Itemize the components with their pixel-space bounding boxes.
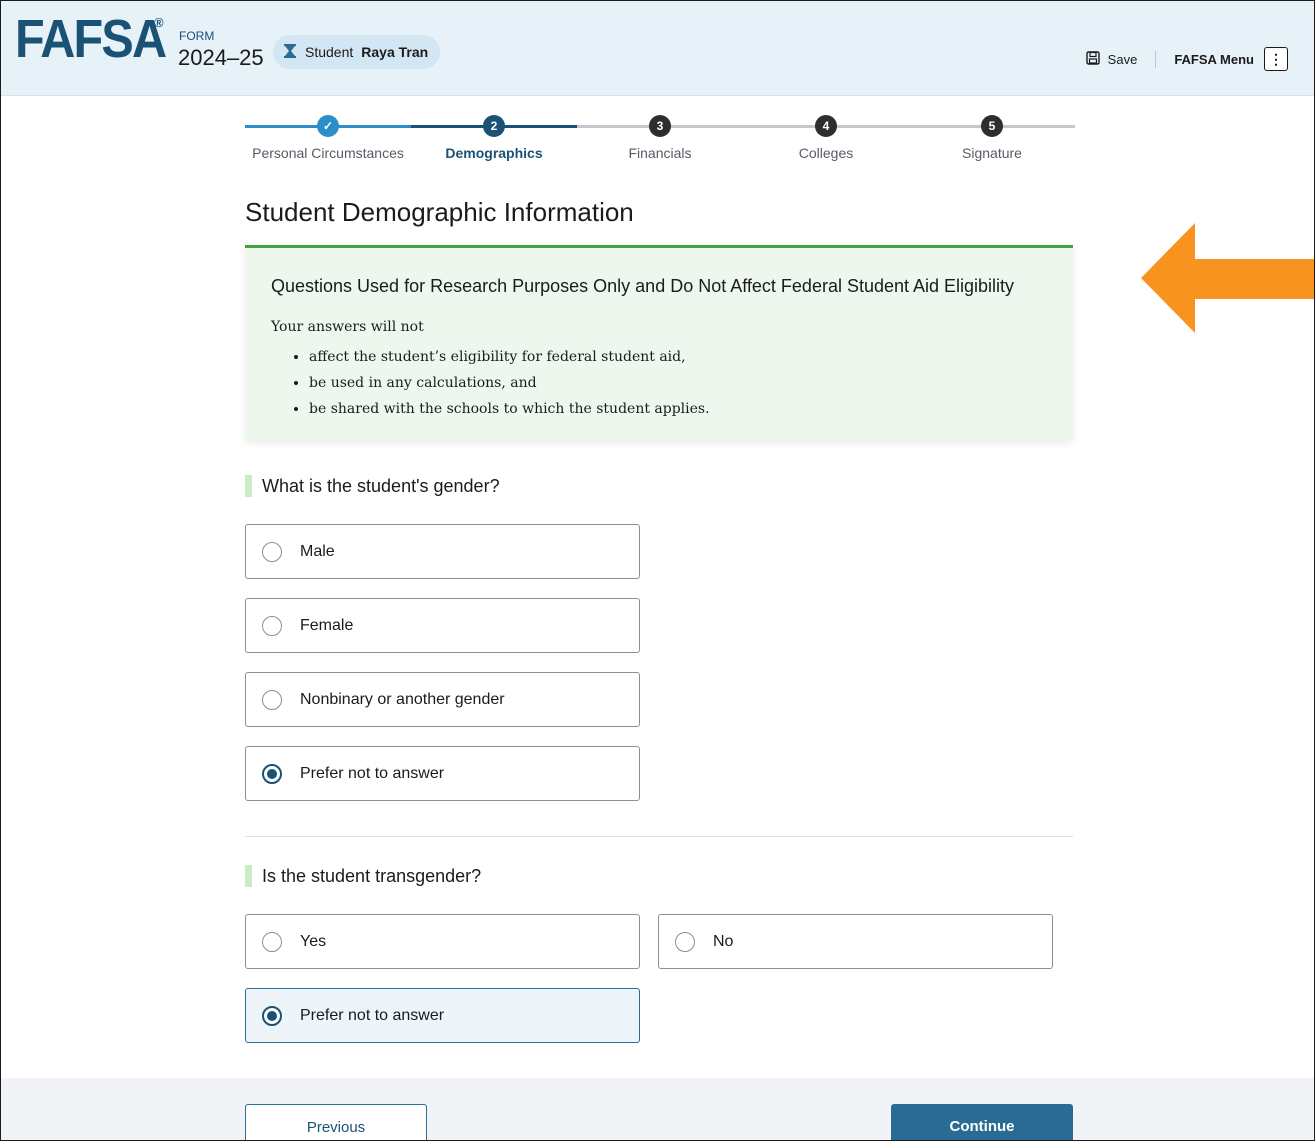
step-personal-circumstances[interactable]: ✓ Personal Circumstances bbox=[245, 115, 411, 161]
option-label: Female bbox=[300, 616, 354, 634]
student-prefix: Student bbox=[305, 44, 354, 60]
option-label: Male bbox=[300, 542, 335, 560]
notice-lead: Your answers will not bbox=[271, 319, 424, 335]
continue-button[interactable]: Continue bbox=[891, 1104, 1073, 1140]
notice-list: affect the student’s eligibility for fed… bbox=[289, 344, 710, 422]
list-item: be used in any calculations, and bbox=[309, 370, 710, 396]
step-number: 4 bbox=[815, 115, 837, 137]
step-label: Financials bbox=[628, 145, 692, 161]
step-financials: 3 Financials bbox=[577, 115, 743, 161]
option-label: Prefer not to answer bbox=[300, 1006, 445, 1024]
step-demographics[interactable]: 2 Demographics bbox=[411, 115, 577, 161]
radio-unchecked-icon[interactable] bbox=[262, 689, 282, 710]
research-notice-box: Questions Used for Research Purposes Onl… bbox=[245, 245, 1073, 440]
app-frame: FAFSA ® FORM 2024–25 Student Raya Tran S… bbox=[0, 0, 1315, 1141]
radio-checked-icon[interactable] bbox=[262, 763, 282, 784]
gender-option-nonbinary[interactable]: Nonbinary or another gender bbox=[245, 672, 640, 727]
gender-option-female[interactable]: Female bbox=[245, 598, 640, 653]
step-number: 3 bbox=[649, 115, 671, 137]
step-number: 2 bbox=[483, 115, 505, 137]
save-label: Save bbox=[1107, 51, 1138, 67]
gender-option-male[interactable]: Male bbox=[245, 524, 640, 579]
radio-unchecked-icon[interactable] bbox=[675, 931, 695, 952]
fafsa-menu-button[interactable]: FAFSA Menu ⋮ bbox=[1156, 47, 1288, 71]
radio-unchecked-icon[interactable] bbox=[262, 541, 282, 562]
list-item: affect the student’s eligibility for fed… bbox=[309, 344, 710, 370]
gender-question-label: What is the student's gender? bbox=[262, 475, 500, 496]
progress-stepper: ✓ Personal Circumstances 2 Demographics … bbox=[245, 109, 1075, 169]
save-icon bbox=[1085, 50, 1100, 68]
radio-unchecked-icon[interactable] bbox=[262, 615, 282, 636]
option-label: Nonbinary or another gender bbox=[300, 690, 505, 708]
form-year: 2024–25 bbox=[178, 45, 264, 70]
step-signature: 5 Signature bbox=[909, 115, 1075, 161]
kebab-menu-icon: ⋮ bbox=[1264, 47, 1288, 71]
registered-mark: ® bbox=[154, 15, 164, 30]
student-badge: Student Raya Tran bbox=[273, 35, 441, 69]
check-icon: ✓ bbox=[317, 115, 339, 137]
gender-question: What is the student's gender? bbox=[245, 475, 500, 497]
site-header: FAFSA ® FORM 2024–25 Student Raya Tran S… bbox=[1, 1, 1314, 96]
gender-option-prefer-not[interactable]: Prefer not to answer bbox=[245, 746, 640, 801]
header-actions: Save FAFSA Menu ⋮ bbox=[1085, 47, 1288, 71]
transgender-option-yes[interactable]: Yes bbox=[245, 914, 640, 969]
option-label: Prefer not to answer bbox=[300, 764, 445, 782]
previous-button[interactable]: Previous bbox=[245, 1104, 427, 1140]
step-colleges: 4 Colleges bbox=[743, 115, 909, 161]
page-title: Student Demographic Information bbox=[245, 197, 634, 227]
question-marker bbox=[245, 865, 252, 887]
radio-checked-icon[interactable] bbox=[262, 1005, 282, 1026]
page-footer bbox=[1, 1078, 1314, 1140]
step-label: Personal Circumstances bbox=[252, 145, 404, 161]
radio-unchecked-icon[interactable] bbox=[262, 931, 282, 952]
step-number: 5 bbox=[981, 115, 1003, 137]
fafsa-logo[interactable]: FAFSA bbox=[15, 9, 167, 69]
step-label: Colleges bbox=[798, 145, 854, 161]
annotation-arrow-icon bbox=[1141, 223, 1314, 333]
transgender-option-no[interactable]: No bbox=[658, 914, 1053, 969]
list-item: be shared with the schools to which the … bbox=[309, 396, 710, 422]
save-button[interactable]: Save bbox=[1085, 50, 1157, 68]
transgender-question-label: Is the student transgender? bbox=[262, 865, 482, 886]
fafsa-menu-label: FAFSA Menu bbox=[1174, 51, 1254, 67]
option-label: Yes bbox=[300, 932, 327, 950]
student-name: Raya Tran bbox=[361, 44, 429, 60]
question-marker bbox=[245, 475, 252, 497]
transgender-option-prefer-not[interactable]: Prefer not to answer bbox=[245, 988, 640, 1043]
step-label: Signature bbox=[962, 145, 1022, 161]
section-divider bbox=[245, 836, 1073, 837]
student-icon bbox=[283, 43, 297, 62]
step-label: Demographics bbox=[445, 145, 543, 161]
notice-title: Questions Used for Research Purposes Onl… bbox=[271, 276, 1015, 296]
form-label: FORM bbox=[179, 29, 215, 43]
option-label: No bbox=[713, 932, 734, 950]
transgender-question: Is the student transgender? bbox=[245, 865, 481, 887]
